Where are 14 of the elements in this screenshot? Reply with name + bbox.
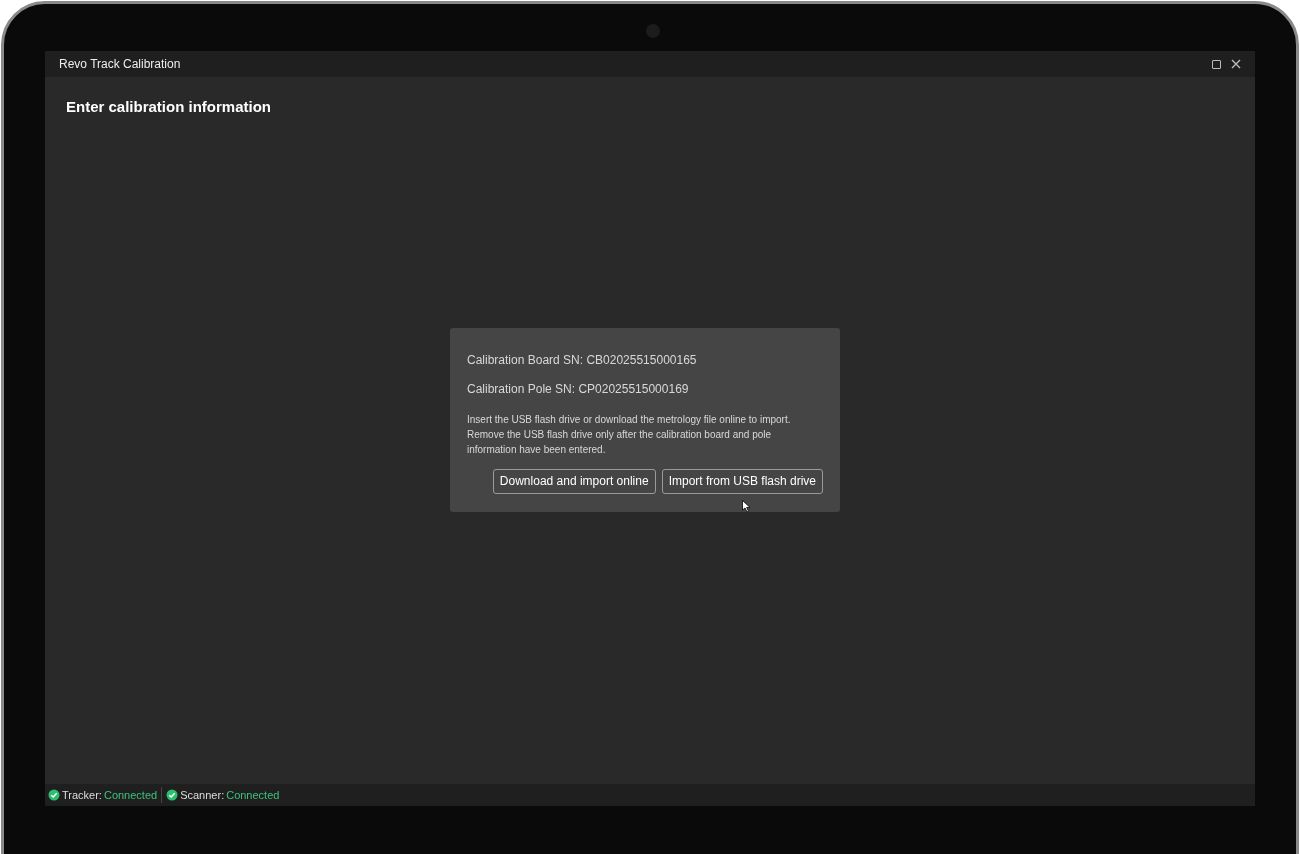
maximize-icon[interactable] xyxy=(1212,59,1221,69)
window-title: Revo Track Calibration xyxy=(59,56,181,73)
status-value: Connected xyxy=(226,787,280,803)
close-icon[interactable] xyxy=(1231,59,1241,69)
action-button[interactable]: Import from USB flash drive xyxy=(661,468,823,494)
cursor-icon xyxy=(742,499,751,513)
serial-number-text: Calibration Board SN: CB02025515000165 xyxy=(467,351,698,368)
page-heading: Enter calibration information xyxy=(66,97,273,117)
action-button[interactable]: Download and import online xyxy=(492,468,656,494)
status-label: Tracker: xyxy=(62,787,102,803)
status-value: Connected xyxy=(103,787,158,803)
instruction-text: Insert the USB flash drive or download the metrology file online to import. Remove the USB flash drive only after the calibration board and pole information have been entered. xyxy=(467,412,792,457)
status-label: Scanner: xyxy=(180,787,225,803)
serial-number-text: Calibration Pole SN: CP02025515000169 xyxy=(467,380,690,397)
